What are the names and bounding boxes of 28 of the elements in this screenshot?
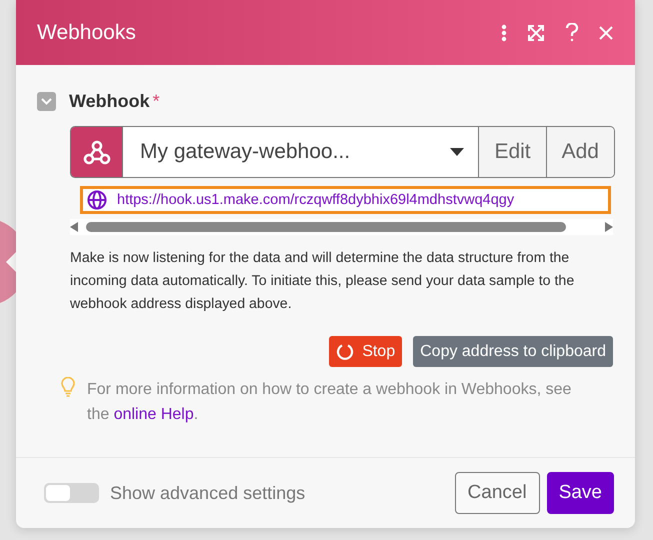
status-description: Make is now listening for the data and will determine the data structure from the incoming data automatically. To initiate this, please send your data sample to the webhook address displayed above. [70,249,576,314]
copy-address-button[interactable]: Copy address to clipboard [413,336,613,367]
close-icon[interactable] [599,26,613,40]
select-action-button[interactable]: Add [546,127,614,177]
lightbulb-icon [61,377,75,397]
scroll-right-icon[interactable] [605,222,613,232]
scroll-left-icon[interactable] [70,222,78,232]
dialog-title: Webhooks [37,20,137,44]
help-icon[interactable] [565,23,579,42]
horizontal-scrollbar[interactable] [70,219,613,235]
stop-button[interactable]: Stop [329,336,402,367]
globe-icon [87,190,107,210]
collapse-toggle[interactable] [37,92,56,111]
field-label: Webhook [69,91,150,112]
select-action-button[interactable]: Edit [479,127,546,177]
cancel-button[interactable]: Cancel [454,472,540,514]
chevron-icon [41,98,52,105]
required-mark: * [152,91,160,112]
help-text: For more information on how to create a webhook in Webhooks, see the online Help. [87,380,572,425]
spinner-icon [336,342,354,360]
url-field[interactable]: https://hook.us1.make.com/rczqwff8dybhix69l4mdhstvwq4qgy [80,186,611,214]
advanced-settings-toggle[interactable] [44,483,99,503]
more-icon[interactable] [501,24,507,42]
toggle-label: Show advanced settings [110,482,306,504]
save-button[interactable]: Save [546,472,614,514]
expand-icon[interactable] [527,24,545,42]
online-help-link[interactable]: online Help [114,406,194,423]
caret-icon [450,148,464,156]
